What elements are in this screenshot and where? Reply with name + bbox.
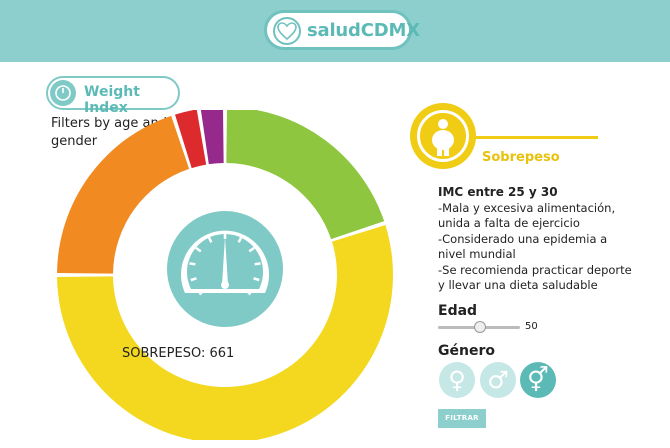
top-header: saludCDMX [0, 0, 670, 62]
age-value: 50 [525, 321, 538, 332]
donut-slice-2[interactable] [57, 115, 190, 274]
app-title: saludCDMX [307, 20, 420, 41]
category-description: IMC entre 25 y 30 -Mala y excesiva alime… [438, 185, 638, 294]
overweight-person-icon [417, 110, 469, 162]
category-name: Sobrepeso [482, 150, 560, 165]
male-icon[interactable]: ♂ [480, 362, 516, 398]
both-genders-icon[interactable]: ⚥ [520, 362, 556, 398]
hover-label: SOBREPESO: 661 [122, 346, 235, 361]
app-logo[interactable]: saludCDMX [264, 10, 420, 50]
description-line: -Considerado una epidemia a nivel mundia… [438, 231, 608, 262]
category-header: Sobrepeso [410, 103, 610, 173]
category-badge [410, 103, 476, 169]
gauge-icon [167, 211, 283, 327]
scale-icon [50, 80, 76, 106]
edad-label: Edad [438, 303, 478, 319]
category-underline [470, 136, 598, 139]
description-line: -Se recomienda practicar deporte y lleva… [438, 262, 632, 293]
filtrar-button[interactable]: FILTRAR [438, 409, 486, 428]
description-line: -Mala y excesiva alimentación, unida a f… [438, 200, 616, 231]
heart-icon [273, 17, 301, 45]
genero-label: Género [438, 343, 495, 359]
donut-svg [57, 107, 393, 444]
female-icon[interactable]: ♀ [439, 362, 475, 398]
weight-index-button[interactable]: Weight Index [46, 76, 180, 116]
age-slider-thumb[interactable] [474, 321, 486, 333]
donut-chart [55, 107, 395, 444]
imc-title: IMC entre 25 y 30 [438, 185, 558, 199]
